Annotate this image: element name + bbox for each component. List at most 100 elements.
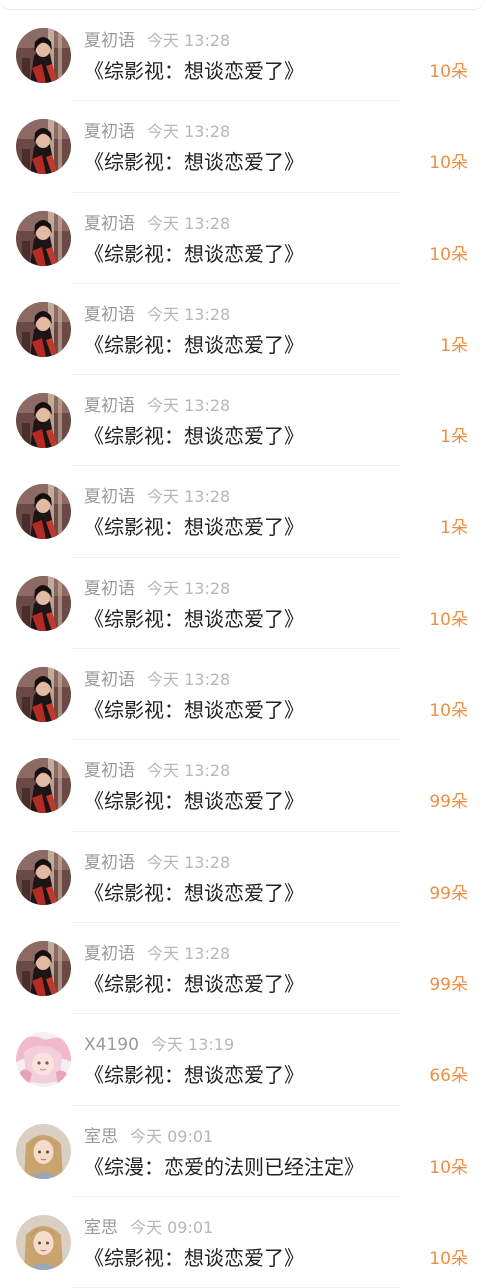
sender-meta: 夏初语 今天 13:28 [84, 669, 230, 691]
book-title[interactable]: 《综漫：恋爱的法则已经注定》 [84, 1154, 364, 1180]
list-item[interactable]: 夏初语 今天 13:28 《综影视：想谈恋爱了》 10朵 [0, 101, 484, 193]
timestamp: 今天 13:28 [147, 487, 231, 507]
list-item[interactable]: 夏初语 今天 13:28 《综影视：想谈恋爱了》 99朵 [0, 923, 484, 1015]
timestamp: 今天 09:01 [130, 1217, 214, 1237]
avatar-dark-costume[interactable] [16, 210, 71, 266]
list-item[interactable]: 夏初语 今天 13:28 《综影视：想谈恋爱了》 10朵 [0, 10, 484, 102]
sender-name[interactable]: 夏初语 [84, 305, 135, 325]
sender-meta: 夏初语 今天 13:28 [84, 852, 230, 874]
timestamp: 今天 13:28 [147, 396, 231, 416]
sender-name[interactable]: 夏初语 [84, 487, 135, 507]
sender-name[interactable]: 夏初语 [84, 670, 135, 690]
sender-meta: 夏初语 今天 13:28 [84, 760, 230, 782]
timestamp: 今天 13:28 [147, 304, 231, 324]
sender-name[interactable]: 夏初语 [84, 396, 135, 416]
sender-meta: 夏初语 今天 13:28 [84, 304, 230, 326]
avatar-dark-costume[interactable] [16, 758, 71, 814]
gift-amount: 99朵 [429, 883, 468, 904]
sender-meta: 夏初语 今天 13:28 [84, 578, 230, 600]
sender-name[interactable]: 夏初语 [84, 761, 135, 781]
book-title[interactable]: 《综影视：想谈恋爱了》 [84, 1245, 304, 1271]
timestamp: 今天 13:28 [147, 31, 231, 50]
gift-amount: 10朵 [429, 62, 468, 82]
list-item[interactable]: 夏初语 今天 13:28 《综影视：想谈恋爱了》 1朵 [0, 284, 484, 376]
list-item[interactable]: 夏初语 今天 13:28 《综影视：想谈恋爱了》 99朵 [0, 740, 484, 832]
gift-amount: 1朵 [440, 427, 468, 448]
avatar-dark-costume[interactable] [16, 940, 71, 996]
avatar-dark-costume[interactable] [16, 667, 71, 723]
list-item[interactable]: 夏初语 今天 13:28 《综影视：想谈恋爱了》 10朵 [0, 649, 484, 741]
gift-amount: 1朵 [440, 518, 468, 539]
sender-meta: 室思 今天 09:01 [84, 1217, 213, 1239]
sender-meta: 夏初语 今天 13:28 [84, 121, 230, 143]
gift-amount: 66朵 [429, 1066, 468, 1087]
book-title[interactable]: 《综影视：想谈恋爱了》 [84, 332, 304, 358]
timestamp: 今天 09:01 [130, 1126, 214, 1146]
sender-name[interactable]: 室思 [84, 1127, 118, 1147]
book-title[interactable]: 《综影视：想谈恋爱了》 [84, 606, 304, 632]
gift-amount: 10朵 [429, 1157, 468, 1178]
list-item[interactable]: X4190 今天 13:19 《综影视：想谈恋爱了》 66朵 [0, 1014, 484, 1106]
list-item[interactable]: 夏初语 今天 13:28 《综影视：想谈恋爱了》 1朵 [0, 375, 484, 467]
gift-amount: 10朵 [429, 244, 468, 265]
sender-name[interactable]: 室思 [84, 1218, 118, 1238]
sender-meta: 夏初语 今天 13:28 [84, 213, 230, 235]
avatar-pink-anime[interactable] [16, 1032, 71, 1088]
gift-amount: 10朵 [429, 1248, 468, 1269]
gift-amount: 10朵 [429, 609, 468, 630]
sender-meta: 夏初语 今天 13:28 [84, 395, 230, 417]
book-title[interactable]: 《综影视：想谈恋爱了》 [84, 514, 304, 540]
list-item[interactable]: 夏初语 今天 13:28 《综影视：想谈恋爱了》 99朵 [0, 832, 484, 923]
sender-name[interactable]: 夏初语 [84, 853, 135, 873]
book-title[interactable]: 《综影视：想谈恋爱了》 [84, 1062, 304, 1088]
book-title[interactable]: 《综影视：想谈恋爱了》 [84, 788, 304, 814]
timestamp: 今天 13:28 [147, 670, 231, 690]
sender-name[interactable]: X4190 [84, 1035, 139, 1055]
sender-meta: 夏初语 今天 13:28 [84, 943, 230, 965]
gift-amount: 10朵 [429, 153, 468, 174]
avatar-dark-costume[interactable] [16, 28, 71, 83]
timestamp: 今天 13:19 [150, 1035, 235, 1055]
sender-name[interactable]: 夏初语 [84, 122, 135, 142]
book-title[interactable]: 《综影视：想谈恋爱了》 [84, 58, 304, 84]
gift-amount: 1朵 [440, 335, 468, 356]
book-title[interactable]: 《综影视：想谈恋爱了》 [84, 241, 304, 267]
timestamp: 今天 13:28 [147, 122, 231, 142]
timestamp: 今天 13:28 [147, 943, 231, 963]
book-title[interactable]: 《综影视：想谈恋爱了》 [84, 697, 304, 723]
avatar-blonde-girl[interactable] [16, 1123, 71, 1179]
gift-record-list: 夏初语 今天 13:28 《综影视：想谈恋爱了》 10朵 夏初语 今天 13:28 《综影… [0, 10, 484, 1288]
avatar-dark-costume[interactable] [16, 301, 71, 357]
avatar-dark-costume[interactable] [16, 393, 71, 449]
sender-meta: X4190 今天 13:19 [84, 1034, 234, 1056]
gift-amount: 10朵 [429, 701, 468, 722]
list-item[interactable]: 室思 今天 09:01 《综漫：恋爱的法则已经注定》 10朵 [0, 1106, 484, 1197]
sender-name[interactable]: 夏初语 [84, 214, 135, 234]
list-item[interactable]: 夏初语 今天 13:28 《综影视：想谈恋爱了》 10朵 [0, 558, 484, 650]
timestamp: 今天 13:28 [147, 761, 231, 781]
book-title[interactable]: 《综影视：想谈恋爱了》 [84, 880, 304, 906]
avatar-dark-costume[interactable] [16, 119, 71, 175]
book-title[interactable]: 《综影视：想谈恋爱了》 [84, 971, 304, 997]
top-divider [0, 0, 484, 10]
book-title[interactable]: 《综影视：想谈恋爱了》 [84, 149, 304, 175]
timestamp: 今天 13:28 [147, 213, 231, 233]
gift-amount: 99朵 [429, 974, 468, 995]
timestamp: 今天 13:28 [147, 852, 231, 872]
sender-name[interactable]: 夏初语 [84, 944, 135, 964]
sender-name[interactable]: 夏初语 [84, 31, 135, 51]
list-item[interactable]: 室思 今天 09:01 《综影视：想谈恋爱了》 10朵 [0, 1197, 484, 1288]
book-title[interactable]: 《综影视：想谈恋爱了》 [84, 423, 304, 449]
list-item[interactable]: 夏初语 今天 13:28 《综影视：想谈恋爱了》 10朵 [0, 193, 484, 284]
list-item[interactable]: 夏初语 今天 13:28 《综影视：想谈恋爱了》 1朵 [0, 466, 484, 558]
sender-name[interactable]: 夏初语 [84, 579, 135, 599]
avatar-dark-costume[interactable] [16, 484, 71, 540]
avatar-blonde-girl[interactable] [16, 1214, 71, 1270]
gift-amount: 99朵 [429, 792, 468, 813]
avatar-dark-costume[interactable] [16, 849, 71, 905]
sender-meta: 室思 今天 09:01 [84, 1126, 213, 1148]
timestamp: 今天 13:28 [147, 578, 231, 598]
avatar-dark-costume[interactable] [16, 575, 71, 631]
sender-meta: 夏初语 今天 13:28 [84, 30, 230, 52]
sender-meta: 夏初语 今天 13:28 [84, 486, 230, 508]
